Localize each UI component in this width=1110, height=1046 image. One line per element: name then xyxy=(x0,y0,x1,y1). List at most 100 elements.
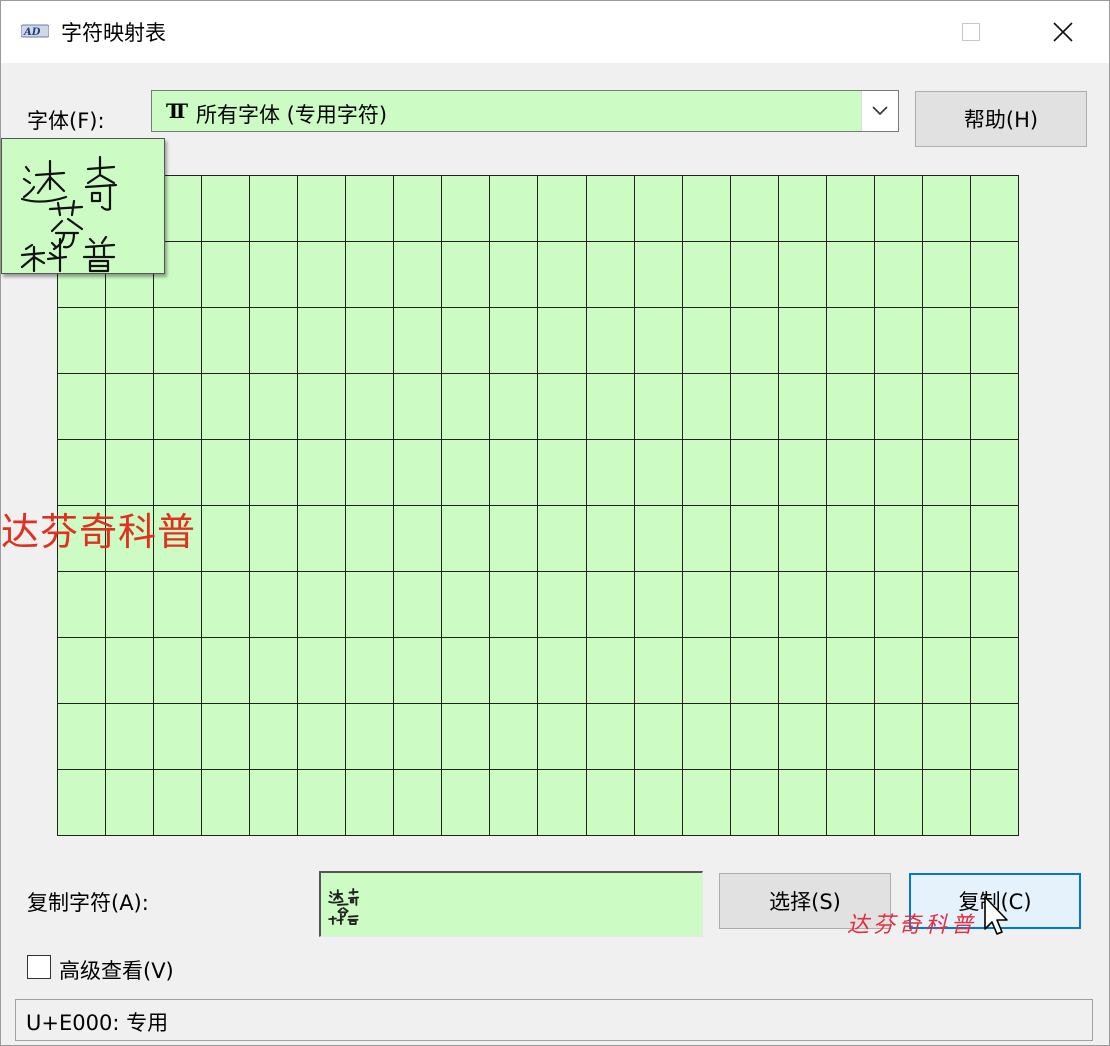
character-cell[interactable] xyxy=(298,308,347,374)
character-cell[interactable] xyxy=(394,638,443,704)
character-cell[interactable] xyxy=(634,374,683,440)
character-cell[interactable] xyxy=(682,176,731,242)
character-cell[interactable] xyxy=(922,308,971,374)
character-cell[interactable] xyxy=(394,704,443,770)
character-cell[interactable] xyxy=(106,770,155,836)
character-cell[interactable] xyxy=(346,374,395,440)
character-cell[interactable] xyxy=(106,374,155,440)
character-cell[interactable] xyxy=(586,374,635,440)
character-cell[interactable] xyxy=(202,176,251,242)
character-cell[interactable] xyxy=(394,374,443,440)
character-cell[interactable] xyxy=(922,242,971,308)
character-cell[interactable] xyxy=(778,506,827,572)
character-cell[interactable] xyxy=(298,704,347,770)
character-cell[interactable] xyxy=(250,572,299,638)
character-cell[interactable] xyxy=(298,176,347,242)
character-cell[interactable] xyxy=(970,506,1019,572)
character-cell[interactable] xyxy=(490,638,539,704)
character-cell[interactable] xyxy=(250,704,299,770)
character-cell[interactable] xyxy=(586,440,635,506)
character-cell[interactable] xyxy=(538,242,587,308)
character-cell[interactable] xyxy=(682,638,731,704)
character-cell[interactable] xyxy=(58,572,107,638)
character-cell[interactable] xyxy=(874,374,923,440)
character-cell[interactable] xyxy=(346,242,395,308)
character-cell[interactable] xyxy=(490,308,539,374)
character-cell[interactable] xyxy=(394,176,443,242)
character-cell[interactable] xyxy=(874,638,923,704)
character-cell[interactable] xyxy=(730,572,779,638)
character-cell[interactable] xyxy=(730,176,779,242)
character-cell[interactable] xyxy=(970,440,1019,506)
character-cell[interactable] xyxy=(874,704,923,770)
character-cell[interactable] xyxy=(154,572,203,638)
character-cell[interactable] xyxy=(730,704,779,770)
character-cell[interactable] xyxy=(634,506,683,572)
character-cell[interactable] xyxy=(442,770,491,836)
character-cell[interactable] xyxy=(826,374,875,440)
character-cell[interactable] xyxy=(778,176,827,242)
character-cell[interactable] xyxy=(250,242,299,308)
character-cell[interactable] xyxy=(970,176,1019,242)
character-cell[interactable] xyxy=(442,704,491,770)
character-cell[interactable] xyxy=(346,704,395,770)
character-cell[interactable] xyxy=(58,374,107,440)
character-cell[interactable] xyxy=(298,638,347,704)
character-cell[interactable] xyxy=(202,770,251,836)
character-cell[interactable] xyxy=(874,242,923,308)
character-cell[interactable] xyxy=(58,308,107,374)
character-cell[interactable] xyxy=(682,770,731,836)
character-cell[interactable] xyxy=(442,638,491,704)
character-cell[interactable] xyxy=(826,308,875,374)
character-cell[interactable] xyxy=(922,770,971,836)
character-cell[interactable] xyxy=(778,638,827,704)
character-cell[interactable] xyxy=(682,242,731,308)
character-cell[interactable] xyxy=(826,242,875,308)
character-cell[interactable] xyxy=(154,638,203,704)
character-cell[interactable] xyxy=(778,572,827,638)
character-cell[interactable] xyxy=(394,770,443,836)
character-cell[interactable] xyxy=(586,176,635,242)
character-cell[interactable] xyxy=(634,770,683,836)
character-cell[interactable] xyxy=(874,770,923,836)
character-cell[interactable] xyxy=(922,572,971,638)
character-cell[interactable] xyxy=(490,440,539,506)
character-cell[interactable] xyxy=(394,242,443,308)
character-cell[interactable] xyxy=(682,374,731,440)
character-cell[interactable] xyxy=(826,638,875,704)
character-cell[interactable] xyxy=(490,176,539,242)
character-cell[interactable] xyxy=(730,638,779,704)
character-cell[interactable] xyxy=(778,374,827,440)
minimize-button[interactable] xyxy=(833,1,925,63)
character-cell[interactable] xyxy=(970,242,1019,308)
character-cell[interactable] xyxy=(586,638,635,704)
character-cell[interactable] xyxy=(346,506,395,572)
character-cell[interactable] xyxy=(154,308,203,374)
character-cell[interactable] xyxy=(538,506,587,572)
character-cell[interactable] xyxy=(490,770,539,836)
character-cell[interactable] xyxy=(202,704,251,770)
character-cell[interactable] xyxy=(394,506,443,572)
character-cell[interactable] xyxy=(154,770,203,836)
character-cell[interactable] xyxy=(58,704,107,770)
character-cell[interactable] xyxy=(490,704,539,770)
help-button[interactable]: 帮助(H) xyxy=(915,91,1087,147)
character-cell[interactable] xyxy=(970,374,1019,440)
character-cell[interactable] xyxy=(346,308,395,374)
character-cell[interactable] xyxy=(202,638,251,704)
character-cell[interactable] xyxy=(346,572,395,638)
character-cell[interactable] xyxy=(154,440,203,506)
character-cell[interactable] xyxy=(538,638,587,704)
advanced-view-checkbox[interactable] xyxy=(27,955,51,979)
character-cell[interactable] xyxy=(154,374,203,440)
character-cell[interactable] xyxy=(490,572,539,638)
character-cell[interactable] xyxy=(250,176,299,242)
character-cell[interactable] xyxy=(58,770,107,836)
character-cell[interactable] xyxy=(346,440,395,506)
character-cell[interactable] xyxy=(634,440,683,506)
character-cell[interactable] xyxy=(490,242,539,308)
character-cell[interactable] xyxy=(442,308,491,374)
character-cell[interactable] xyxy=(826,770,875,836)
character-cell[interactable] xyxy=(538,770,587,836)
character-cell[interactable] xyxy=(826,176,875,242)
